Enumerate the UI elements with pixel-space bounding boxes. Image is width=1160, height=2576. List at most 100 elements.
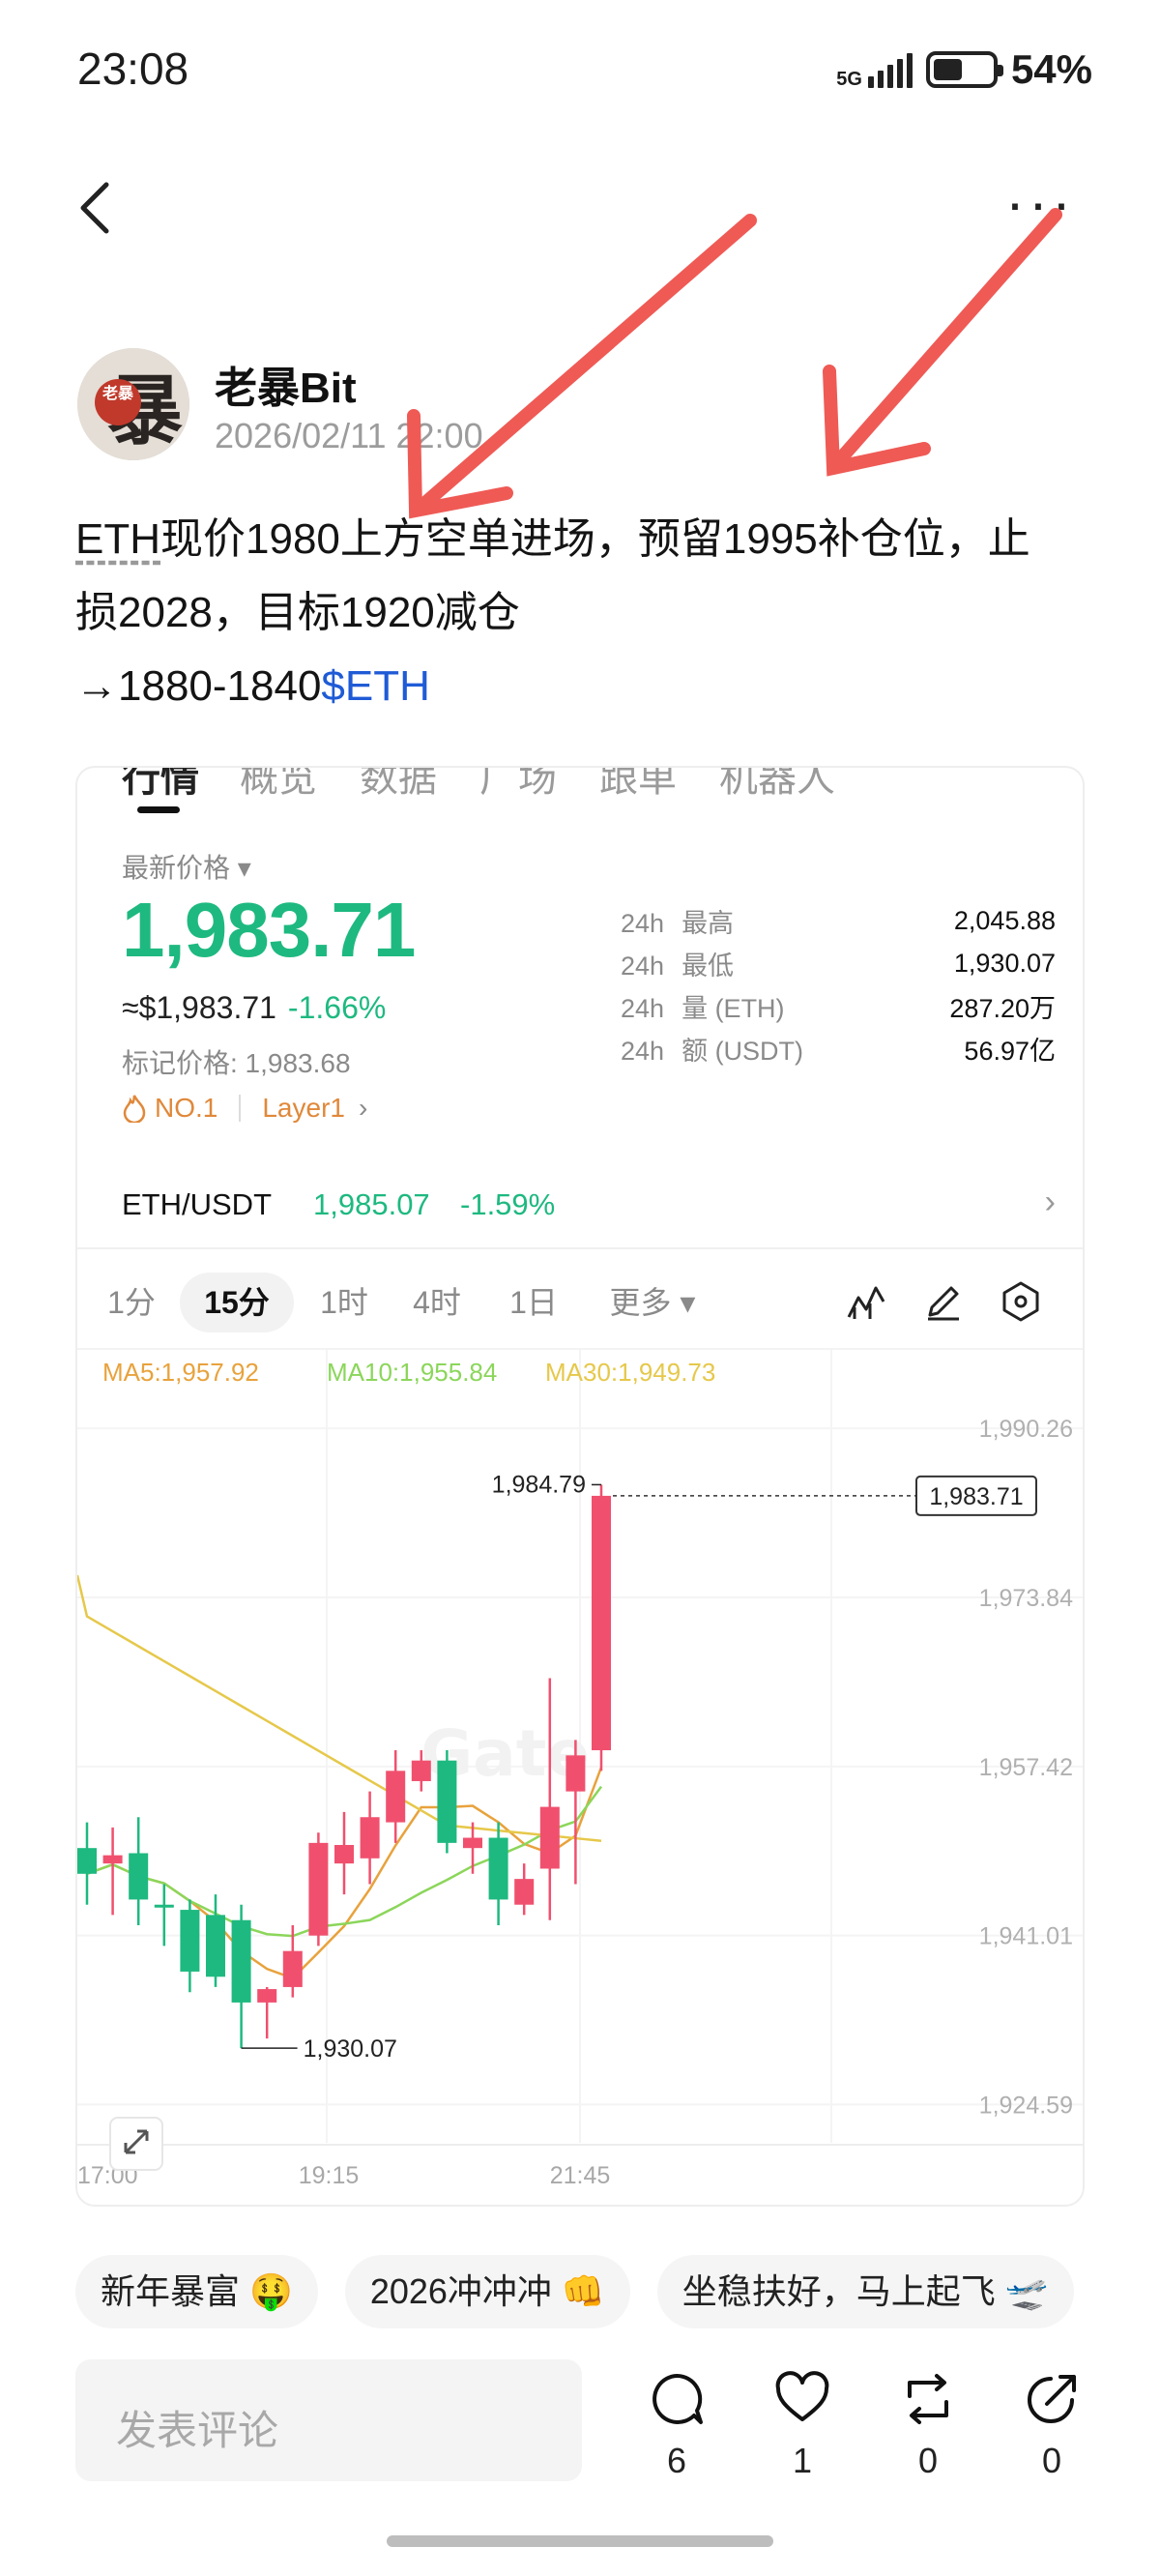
comment-input[interactable]: 发表评论 [75, 2359, 582, 2481]
share-count: 0 [1041, 2441, 1062, 2480]
timeframe-bar: 1分 15分 1时 4时 1日 更多 ▾ [77, 1251, 1083, 1348]
chip-new-year[interactable]: 新年暴富 🤑 [75, 2255, 318, 2328]
repost-icon [908, 2374, 948, 2424]
usd-price: ≈$1,983.71 [122, 990, 276, 1025]
chevron-right-icon: › [1044, 1184, 1056, 1220]
comment-placeholder: 发表评论 [116, 2408, 279, 2453]
settings-hexagon-icon[interactable] [1000, 1280, 1042, 1323]
eth-tag-link[interactable]: $ETH [321, 662, 429, 710]
candle-body [514, 1879, 535, 1905]
more-options-icon[interactable]: ··· [1005, 174, 1075, 232]
ma10-label: MA10:1,955.84 [327, 1358, 497, 1387]
price-change: -1.66% [287, 990, 387, 1025]
home-indicator [387, 2535, 773, 2547]
candle-body [592, 1495, 611, 1751]
tab-data[interactable]: 数据 [360, 768, 437, 803]
author-name[interactable]: 老暴Bit [215, 353, 357, 415]
y-axis-labels: 1,990.26 1,973.84 1,957.42 1,941.01 1,924.59 [979, 1416, 1073, 2119]
ma30-label: MA30:1,949.73 [545, 1358, 715, 1387]
timeframe-1d[interactable]: 1日 [495, 1273, 572, 1332]
share-action[interactable]: 0 [1013, 2371, 1090, 2481]
market-tabs: 行情 概览 数据 广场 跟单 机器人 [77, 768, 1083, 818]
annotation-arrowhead-right [823, 365, 931, 477]
candle-body [437, 1760, 457, 1843]
quick-reply-chips: 新年暴富 🤑 2026冲冲冲 👊 坐稳扶好，马上起飞 🛫 [75, 2255, 1074, 2328]
24h-stats: 24h 最高 2,045.88 24h 最低 1,930.07 24h 量 (ETH)… [621, 899, 1056, 1069]
asset-badges[interactable]: NO.1 Layer1 › [122, 1093, 367, 1124]
pair-row[interactable]: ETH/USDT 1,985.07 -1.59% › [77, 1168, 1083, 1247]
candle-body [257, 1989, 277, 2003]
timeframe-4h[interactable]: 4时 [398, 1273, 476, 1332]
timeframe-15m[interactable]: 15分 [180, 1273, 294, 1332]
candle-body [360, 1817, 380, 1859]
usd-price-line: ≈$1,983.71 -1.66% [122, 990, 386, 1026]
comment-action[interactable]: 6 [638, 2371, 715, 2481]
back-arrow-icon[interactable] [75, 179, 114, 237]
chip-2026[interactable]: 2026冲冲冲 👊 [344, 2255, 630, 2328]
tab-bots[interactable]: 机器人 [719, 768, 835, 803]
battery-percent: 54% [1010, 46, 1092, 92]
comment-bubble-icon [652, 2373, 703, 2424]
like-action[interactable]: 1 [764, 2371, 841, 2481]
eth-keyword[interactable]: ETH [75, 515, 160, 563]
avatar[interactable]: 暴 老暴 [77, 348, 189, 460]
low-price-label: 1,930.07 [304, 2035, 397, 2063]
candle-body [231, 1919, 251, 2003]
chip-take-off[interactable]: 坐稳扶好，马上起飞 🛫 [656, 2255, 1074, 2328]
candle-body [411, 1760, 431, 1781]
latest-price-label[interactable]: 最新价格 ▾ [122, 847, 251, 886]
active-tab-indicator [137, 806, 180, 813]
candlestick-chart[interactable]: Gate 1,990.261,973.841,957.421,941.011,9… [77, 1350, 1085, 2207]
candle-body [154, 1904, 174, 1908]
pair-change: -1.59% [460, 1187, 556, 1221]
post-text-tail: →1880-1840 [75, 662, 322, 710]
status-indicators: 5G 54% [836, 46, 1092, 93]
timeframe-1h[interactable]: 1时 [305, 1273, 383, 1332]
repost-count: 0 [917, 2441, 939, 2480]
candle-body [566, 1755, 586, 1792]
candle-body [102, 1855, 123, 1864]
candle-body [77, 1848, 97, 1874]
latest-price: 1,983.71 [122, 887, 416, 973]
rank-badge: NO.1 [155, 1093, 218, 1123]
expand-icon[interactable] [109, 2117, 163, 2171]
avatar-image: 暴 [77, 348, 189, 460]
x-tick-label: 19:15 [299, 2162, 360, 2189]
tab-market[interactable]: 行情 [122, 768, 199, 803]
draw-pencil-icon[interactable] [922, 1280, 965, 1323]
tab-square[interactable]: 广场 [479, 768, 557, 803]
flame-icon [123, 1094, 146, 1123]
repost-action[interactable]: 0 [889, 2371, 967, 2481]
candle-body [334, 1844, 354, 1864]
pair-price: 1,985.07 [313, 1187, 430, 1221]
tab-overview[interactable]: 概览 [240, 768, 317, 803]
y-tick-label: 1,941.01 [979, 1923, 1073, 1950]
ma5-label: MA5:1,957.92 [102, 1358, 259, 1387]
annotation-arrow-left [419, 214, 757, 510]
y-tick-label: 1,957.42 [979, 1754, 1073, 1781]
candle-body [463, 1837, 482, 1849]
stat-high: 24h 最高 2,045.88 [621, 905, 1056, 938]
battery-icon [925, 51, 1003, 88]
stat-low: 24h 最低 1,930.07 [621, 948, 1056, 981]
candle-body [129, 1853, 149, 1900]
candle-body [386, 1771, 406, 1823]
candle-body [282, 1950, 303, 1987]
share-icon [1028, 2375, 1076, 2423]
annotation-arrow-right [834, 208, 1062, 465]
tab-copy-trading[interactable]: 跟单 [599, 768, 677, 803]
indicator-icon[interactable] [845, 1280, 887, 1323]
candle-body [539, 1806, 560, 1869]
pair-name: ETH/USDT [122, 1187, 272, 1221]
category-badge: Layer1 [262, 1093, 345, 1123]
y-tick-label: 1,990.26 [979, 1416, 1073, 1443]
x-tick-label: 21:45 [550, 2162, 611, 2189]
timeframe-more[interactable]: 更多 ▾ [590, 1273, 715, 1332]
market-card[interactable]: 行情 概览 数据 广场 跟单 机器人 最新价格 ▾ 1,983.71 ≈$1,9… [75, 766, 1085, 2207]
y-tick-label: 1,924.59 [979, 2092, 1073, 2119]
stat-turnover: 24h 额 (USDT) 56.97亿 [621, 1036, 1056, 1066]
timeframe-1m[interactable]: 1分 [97, 1273, 166, 1332]
divider [77, 1247, 1083, 1249]
candle-body [488, 1837, 508, 1900]
high-price-label: 1,984.79 [492, 1471, 586, 1498]
